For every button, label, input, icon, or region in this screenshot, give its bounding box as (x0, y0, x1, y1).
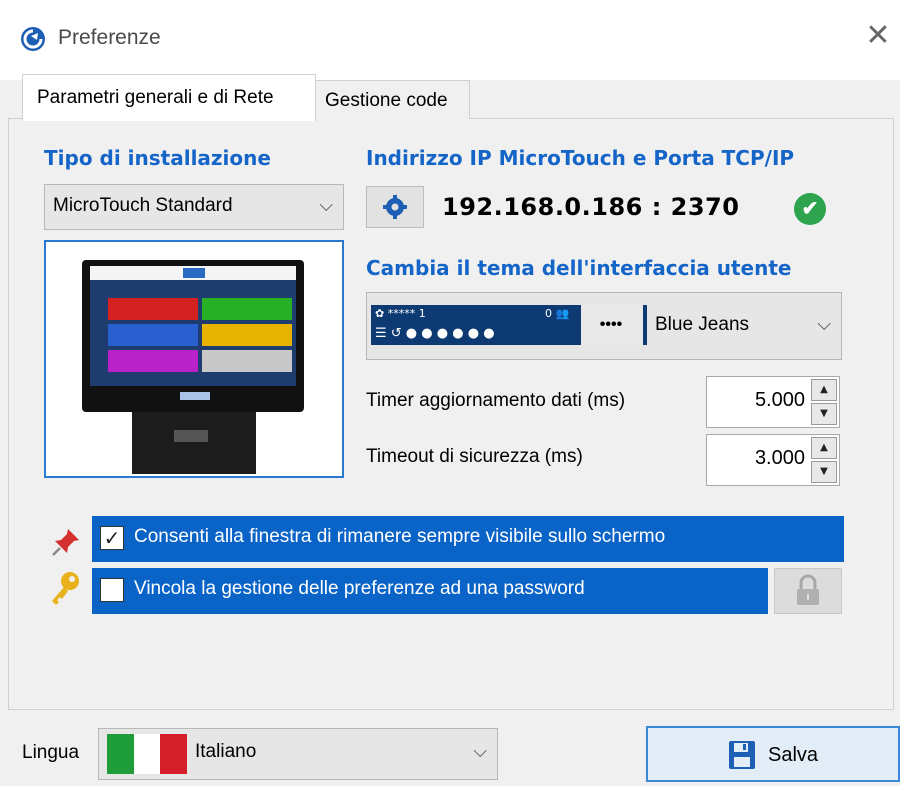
app-logo-icon (21, 27, 45, 51)
timeout-value: 3.000 (754, 447, 805, 469)
refresh-timer-value: 5.000 (754, 389, 805, 411)
always-on-top-label: Consenti alla finestra di rimanere sempr… (134, 526, 666, 547)
password-checkbox[interactable] (100, 578, 124, 602)
theme-preview-label: ✿ ***** 1 (375, 307, 426, 320)
close-icon[interactable]: ✕ (860, 18, 896, 54)
theme-preview: ✿ ***** 1 0 👥 ☰ ↺ ● ● ● ● ● ● (371, 305, 581, 345)
theme-select[interactable]: ✿ ***** 1 0 👥 ☰ ↺ ● ● ● ● ● ● •••• Blue … (366, 292, 842, 360)
floppy-disk-icon (729, 741, 755, 769)
network-settings-button[interactable] (366, 186, 424, 228)
tab-gestione-code[interactable]: Gestione code (314, 80, 470, 119)
key-icon (52, 572, 79, 605)
device-preview-image (44, 240, 344, 478)
network-header: Indirizzo IP MicroTouch e Porta TCP/IP (366, 146, 795, 170)
save-label: Salva (768, 744, 819, 766)
language-select[interactable]: Italiano ⌵ (98, 728, 498, 780)
connection-ok-icon: ✔ (794, 193, 826, 225)
save-button[interactable]: Salva (646, 726, 900, 782)
theme-value: Blue Jeans (655, 314, 750, 335)
set-password-button[interactable] (774, 568, 842, 614)
gear-icon (383, 195, 407, 219)
refresh-timer-spinner: ▲ ▼ (811, 379, 837, 427)
always-on-top-checkbox[interactable]: ✓ (100, 526, 124, 550)
language-label: Lingua (22, 742, 80, 763)
spin-down-button[interactable]: ▼ (811, 403, 837, 425)
timeout-spinner: ▲ ▼ (811, 437, 837, 485)
pin-icon (52, 529, 79, 556)
touch-kiosk-illustration (82, 260, 304, 474)
ip-address-display: 192.168.0.186 : 2370 (442, 193, 740, 221)
refresh-timer-label: Timer aggiornamento dati (ms) (366, 390, 626, 411)
tab-parametri-generali[interactable]: Parametri generali e di Rete (22, 74, 316, 121)
theme-preview-dots: •••• (581, 305, 641, 345)
always-on-top-option[interactable]: ✓ Consenti alla finestra di rimanere sem… (92, 516, 844, 562)
spin-up-button[interactable]: ▲ (811, 437, 837, 459)
language-value: Italiano (195, 741, 257, 762)
spin-up-button[interactable]: ▲ (811, 379, 837, 401)
installation-type-select[interactable]: MicroTouch Standard ⌵ (44, 184, 344, 230)
timeout-label: Timeout di sicurezza (ms) (366, 446, 583, 467)
chevron-down-icon: ⌵ (817, 314, 831, 335)
installation-header: Tipo di installazione (44, 146, 271, 170)
spin-down-button[interactable]: ▼ (811, 461, 837, 483)
lock-icon (797, 574, 819, 605)
theme-accent-bar (643, 305, 647, 345)
theme-header: Cambia il tema dell'interfaccia utente (366, 256, 792, 280)
refresh-timer-input[interactable]: 5.000 ▲ ▼ (706, 376, 840, 428)
installation-type-value: MicroTouch Standard (53, 195, 233, 216)
theme-preview-controls: ☰ ↺ ● ● ● ● ● ● (375, 326, 495, 341)
password-option[interactable]: Vincola la gestione delle preferenze ad … (92, 568, 768, 614)
chevron-down-icon: ⌵ (319, 195, 333, 216)
italian-flag-icon (107, 734, 187, 774)
chevron-down-icon: ⌵ (473, 741, 487, 762)
tab-label: Gestione code (325, 90, 448, 111)
window-title: Preferenze (58, 26, 161, 49)
password-label: Vincola la gestione delle preferenze ad … (134, 578, 585, 599)
theme-preview-badge: 0 👥 (545, 307, 570, 320)
timeout-input[interactable]: 3.000 ▲ ▼ (706, 434, 840, 486)
tab-label: Parametri generali e di Rete (37, 87, 274, 108)
